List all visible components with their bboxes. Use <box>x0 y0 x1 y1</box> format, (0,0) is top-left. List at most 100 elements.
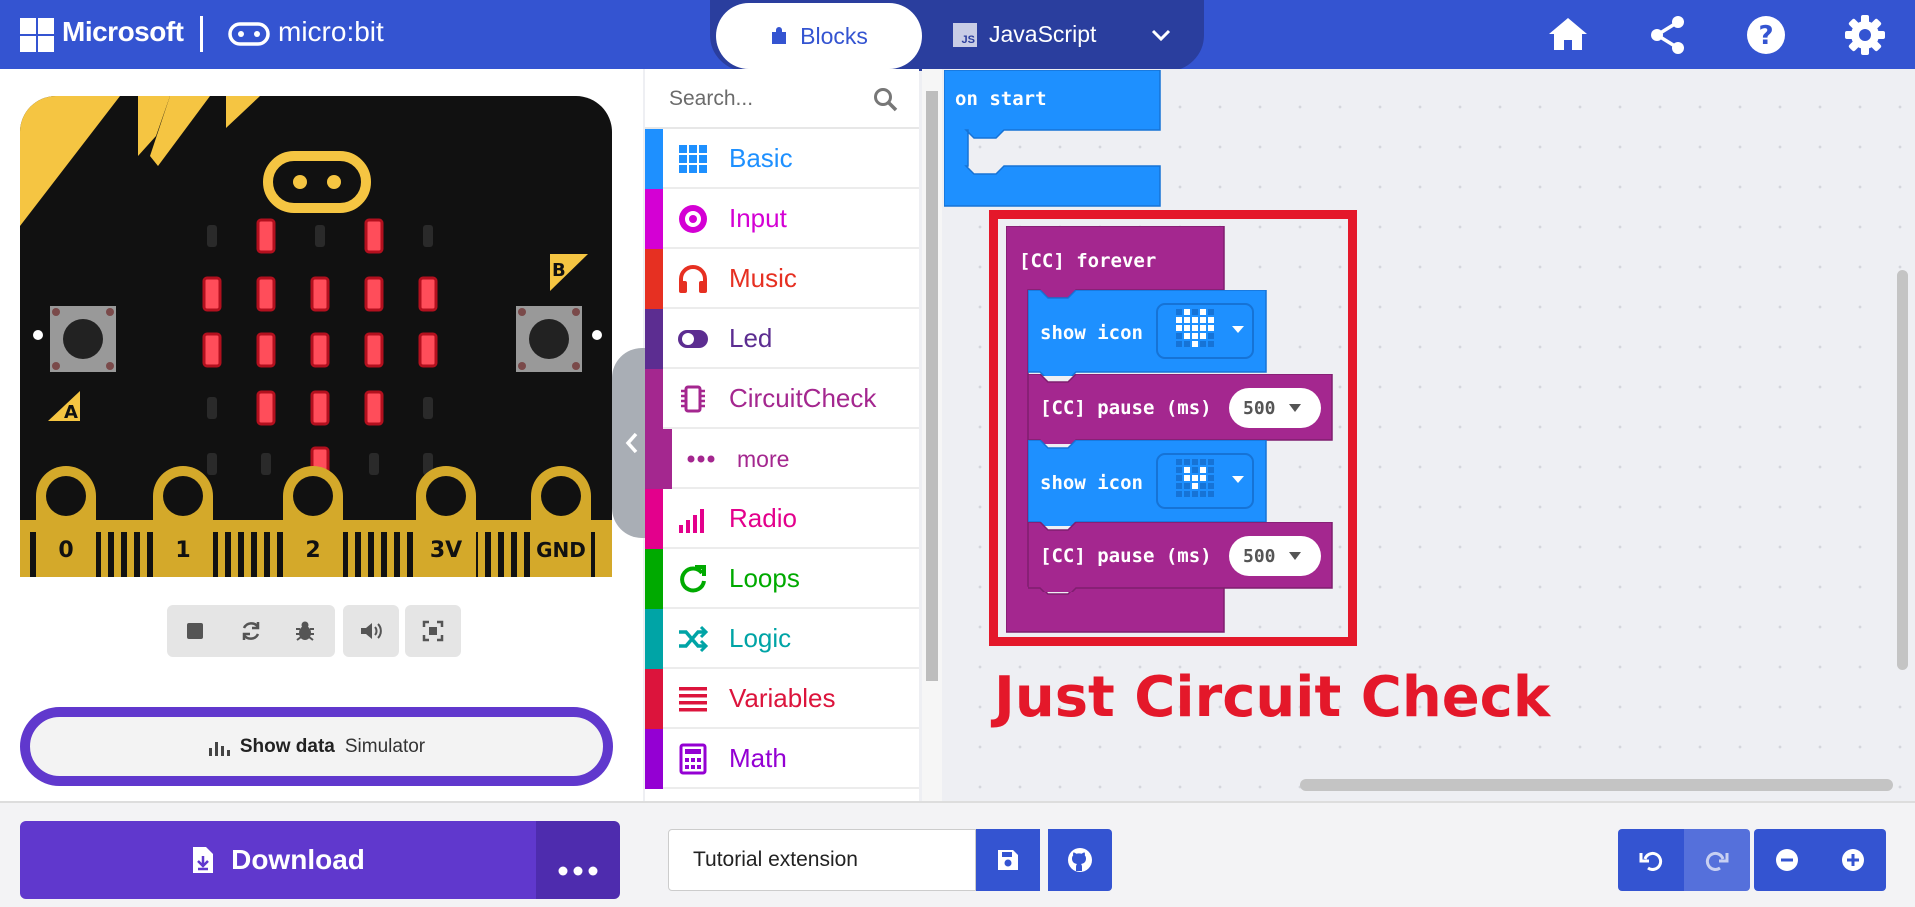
led <box>310 390 330 426</box>
toolbox-scroll-thumb[interactable] <box>926 91 938 681</box>
simulator-panel: A B 0 1 2 3V GND Show data Simulator <box>0 69 643 801</box>
toolbox-category-label: Logic <box>729 623 792 653</box>
undo-button[interactable] <box>1618 829 1684 891</box>
category-color-stripe <box>645 429 672 489</box>
led <box>256 332 276 368</box>
microbit-board[interactable]: A B 0 1 2 3V GND <box>20 96 612 577</box>
settings-icon[interactable] <box>1842 12 1888 58</box>
toolbox-category-radio[interactable]: Radio <box>645 489 919 549</box>
top-bar: Microsoft micro:bit Blocks JS JavaScript… <box>0 0 1915 71</box>
button-a[interactable] <box>50 306 116 372</box>
github-icon <box>1068 848 1092 872</box>
chevron-down-icon[interactable] <box>1149 23 1173 47</box>
category-color-stripe <box>645 369 663 429</box>
redo-icon <box>1705 852 1729 871</box>
workspace-vertical-scrollbar[interactable] <box>1897 270 1908 670</box>
led <box>364 276 384 312</box>
chevron-left-icon <box>625 432 638 454</box>
tab-javascript-label: JavaScript <box>989 21 1097 47</box>
category-color-stripe <box>645 609 663 669</box>
brand-label: Microsoft <box>62 16 184 47</box>
toolbox-category-music[interactable]: Music <box>645 249 919 309</box>
led <box>256 218 276 254</box>
home-icon[interactable] <box>1545 12 1591 58</box>
led <box>423 225 433 247</box>
show-data-simulator-button[interactable]: Show data Simulator <box>20 707 613 786</box>
led <box>256 390 276 426</box>
tab-javascript[interactable]: JS JavaScript <box>953 21 1096 48</box>
download-more-button[interactable] <box>536 821 620 899</box>
show-data-label: Show data <box>239 735 335 757</box>
toolbox-category-variables[interactable]: Variables <box>645 669 919 729</box>
ellipsis-icon <box>558 866 598 876</box>
toolbox-category-label: Loops <box>729 563 800 593</box>
led <box>364 332 384 368</box>
category-color-stripe <box>645 189 663 249</box>
editor-toggle: Blocks JS JavaScript <box>710 0 1204 71</box>
microbit-logo-icon <box>228 22 270 46</box>
zoom-out-button[interactable] <box>1754 829 1820 891</box>
toolbox-category-more[interactable]: more <box>645 429 919 489</box>
tab-blocks-label: Blocks <box>800 22 868 49</box>
github-button[interactable] <box>1048 829 1112 891</box>
led <box>310 332 330 368</box>
toolbox: Basic Input Music Led CircuitCheck more Radio L… <box>645 69 919 801</box>
puzzle-icon <box>772 27 787 44</box>
toolbox-category-math[interactable]: Math <box>645 729 919 789</box>
led <box>207 225 217 247</box>
save-icon <box>998 850 1018 870</box>
sound-icon <box>361 623 382 639</box>
toggle-icon <box>678 330 708 348</box>
toolbox-category-loops[interactable]: Loops <box>645 549 919 609</box>
show-data-sub-label: Simulator <box>344 735 426 757</box>
fullscreen-button[interactable] <box>405 605 461 657</box>
toolbox-category-circuitcheck[interactable]: CircuitCheck <box>645 369 919 429</box>
lines-icon <box>679 687 707 712</box>
download-button[interactable]: Download <box>20 821 536 899</box>
toolbox-category-led[interactable]: Led <box>645 309 919 369</box>
share-icon[interactable] <box>1645 12 1691 58</box>
led <box>207 453 217 475</box>
led <box>310 276 330 312</box>
sound-button[interactable] <box>343 605 399 657</box>
search-input[interactable] <box>669 83 869 115</box>
debug-icon[interactable] <box>293 619 317 643</box>
svg-text:?: ? <box>1758 21 1773 51</box>
headphones-icon <box>679 265 707 293</box>
toolbox-category-label: Basic <box>729 143 793 173</box>
restart-icon[interactable] <box>239 619 263 643</box>
microsoft-logo-icon <box>20 18 54 52</box>
bottom-bar: Download <box>0 801 1915 907</box>
led <box>418 332 438 368</box>
ellipsis-icon <box>687 455 715 463</box>
project-name-input[interactable] <box>668 829 976 891</box>
redo-button[interactable] <box>1684 829 1750 891</box>
stop-icon[interactable] <box>183 619 207 643</box>
toolbox-category-logic[interactable]: Logic <box>645 609 919 669</box>
led <box>369 453 379 475</box>
pin-label: GND <box>536 538 586 562</box>
download-label: Download <box>231 844 365 875</box>
zoom-in-button[interactable] <box>1820 829 1886 891</box>
save-button[interactable] <box>976 829 1040 891</box>
led <box>202 276 222 312</box>
led <box>423 397 433 419</box>
led <box>364 218 384 254</box>
led <box>364 390 384 426</box>
bar-chart-icon <box>208 741 230 756</box>
tab-blocks[interactable]: Blocks <box>716 3 922 69</box>
workspace-horizontal-scrollbar[interactable] <box>1300 779 1893 791</box>
search-icon[interactable] <box>873 87 899 113</box>
led <box>418 276 438 312</box>
chip-icon <box>681 385 705 413</box>
button-b[interactable] <box>516 306 582 372</box>
product-label: micro:bit <box>278 16 384 47</box>
help-icon[interactable]: ? <box>1743 12 1789 58</box>
toolbox-category-basic[interactable]: Basic <box>645 129 919 189</box>
button-b-label: B <box>552 260 566 281</box>
toolbox-scrollbar[interactable] <box>922 69 942 801</box>
toolbox-category-input[interactable]: Input <box>645 189 919 249</box>
download-file-icon <box>193 847 214 873</box>
pin-label: 1 <box>175 538 190 563</box>
toolbox-category-label: more <box>737 446 790 472</box>
